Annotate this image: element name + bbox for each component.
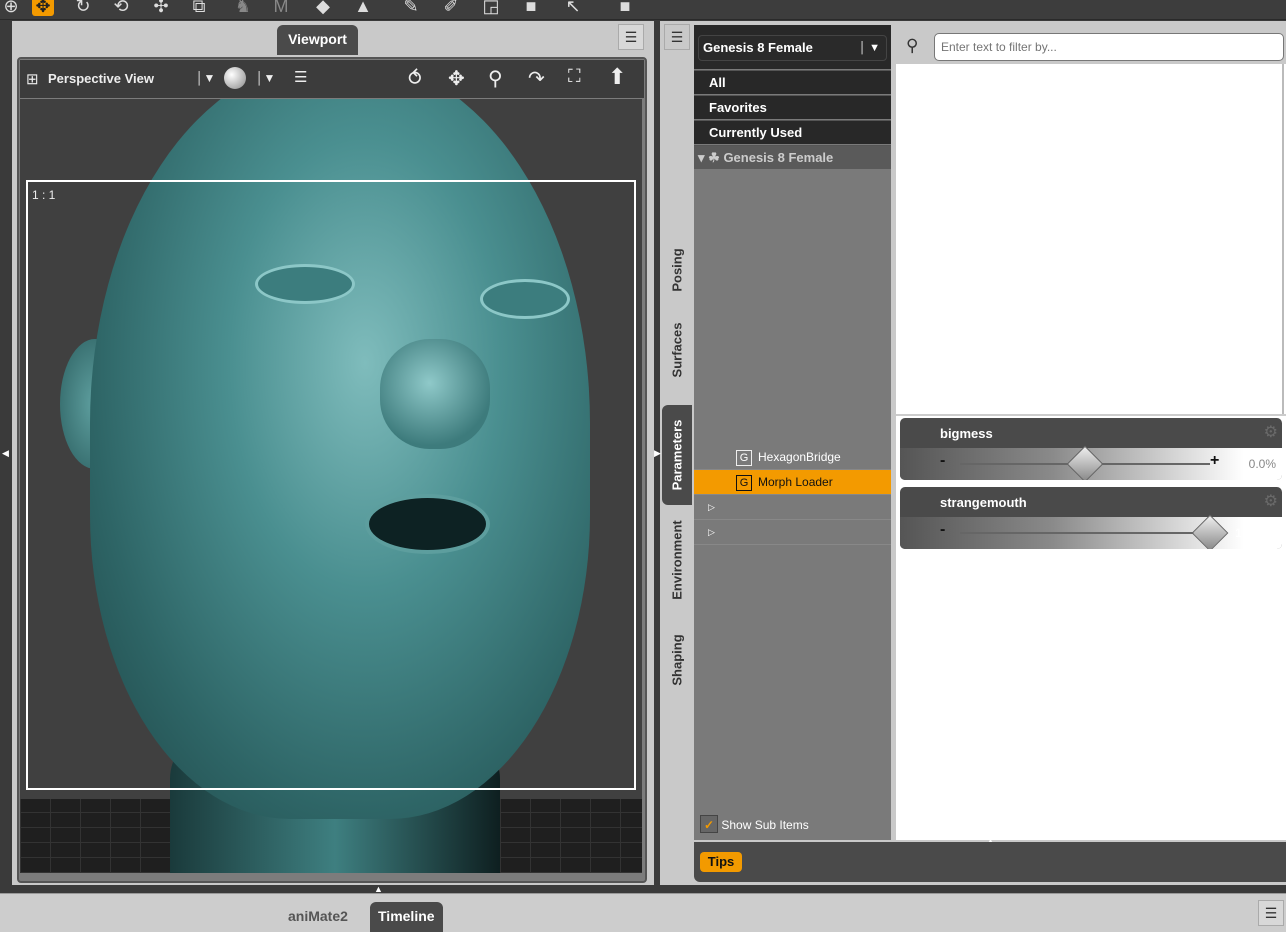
zoom-icon[interactable]: ⚲ bbox=[488, 66, 503, 91]
slider-bigmess[interactable]: bigmess ⚙ - + 0.0% bbox=[900, 418, 1282, 480]
collapse-right-icon[interactable]: ▶ bbox=[654, 448, 661, 459]
active-pose-icon[interactable]: ♞ bbox=[232, 0, 254, 16]
rotate-icon[interactable]: ↻ bbox=[72, 0, 94, 16]
gear-icon[interactable]: ⚙ bbox=[1264, 422, 1278, 442]
tab-timeline[interactable]: Timeline bbox=[370, 902, 443, 932]
pane-menu-icon[interactable]: ☰ bbox=[1258, 900, 1284, 926]
gear-icon[interactable]: ⚙ bbox=[1264, 491, 1278, 511]
tab-viewport[interactable]: Viewport bbox=[277, 25, 358, 55]
collapse-left-icon[interactable]: ◀ bbox=[2, 448, 9, 459]
side-tabs: Posing Surfaces Parameters Environment S… bbox=[662, 25, 694, 840]
joint-editor-icon[interactable]: M bbox=[270, 0, 292, 16]
pan-icon[interactable]: ✥ bbox=[448, 66, 465, 91]
group-icon: G bbox=[736, 475, 752, 491]
group-icon: G bbox=[736, 450, 752, 466]
slider-track[interactable]: - 100.0% bbox=[900, 514, 1282, 549]
category-list: Genesis 8 Female │ ▼ All Favorites Curren… bbox=[694, 25, 891, 840]
pointer-icon[interactable]: ↖ bbox=[562, 0, 584, 16]
frame-icon[interactable]: ⛶ bbox=[568, 66, 581, 87]
slider-label: bigmess bbox=[940, 426, 993, 441]
tree-item[interactable]: G HexagonBridge bbox=[694, 445, 891, 470]
category-favorites[interactable]: Favorites bbox=[694, 95, 891, 119]
chevron-down-icon: │ ▼ bbox=[859, 42, 880, 54]
spot-render-icon[interactable]: ✎ bbox=[400, 0, 422, 16]
orbit-icon[interactable]: ⥀ bbox=[408, 66, 422, 91]
tab-environment[interactable]: Environment bbox=[662, 510, 692, 610]
tree-root[interactable]: ▾ ☘ Genesis 8 Female bbox=[694, 145, 891, 169]
tree-item[interactable]: ▷ bbox=[694, 495, 891, 520]
search-icon[interactable]: ⚲ bbox=[906, 36, 918, 56]
twist-icon[interactable]: ⟲ bbox=[110, 0, 132, 16]
tips-button[interactable]: Tips bbox=[700, 852, 742, 872]
tips-bar: Tips bbox=[694, 842, 1286, 882]
checkmark-icon: ✓ bbox=[700, 815, 718, 833]
filter-input[interactable] bbox=[934, 33, 1284, 61]
layout-icon[interactable]: ⊞ bbox=[26, 70, 39, 88]
node-selection-icon[interactable]: ✥ bbox=[32, 0, 54, 16]
render-icon[interactable]: ■ bbox=[614, 0, 636, 16]
brush-icon[interactable]: ✐ bbox=[440, 0, 462, 16]
surface-selection-icon[interactable]: ▲ bbox=[352, 0, 374, 16]
slider-label: strangemouth bbox=[940, 495, 1027, 510]
view-selector[interactable]: Perspective View bbox=[48, 71, 154, 86]
show-sub-items-checkbox[interactable]: ✓ Show Sub Items bbox=[700, 815, 809, 833]
figure-icon: ☘ bbox=[708, 150, 720, 165]
tab-posing[interactable]: Posing bbox=[662, 235, 692, 305]
slider-handle[interactable] bbox=[1066, 445, 1104, 480]
slider-track[interactable]: - + 0.0% bbox=[900, 445, 1282, 480]
slider-value[interactable]: 0.0% bbox=[1249, 457, 1276, 471]
decrement-button[interactable]: - bbox=[940, 452, 945, 470]
bottom-pane: aniMate2 Timeline ☰ bbox=[0, 893, 1286, 932]
view-dropdown-icon[interactable]: │▼ bbox=[196, 71, 215, 85]
draw-style-icon[interactable] bbox=[224, 67, 246, 89]
tab-surfaces[interactable]: Surfaces bbox=[662, 315, 692, 385]
viewport-menu-icon[interactable]: ☰ bbox=[294, 68, 307, 86]
property-group-view bbox=[896, 64, 1284, 414]
slider-handle[interactable] bbox=[1191, 514, 1229, 549]
render-frame-guide bbox=[26, 180, 636, 790]
tab-shaping[interactable]: Shaping bbox=[662, 625, 692, 695]
category-all[interactable]: All bbox=[694, 70, 891, 94]
translate-icon[interactable]: ✣ bbox=[150, 0, 172, 16]
roll-icon[interactable]: ↷ bbox=[528, 66, 545, 91]
scale-icon[interactable]: ⧉ bbox=[188, 0, 210, 16]
camera-icon[interactable]: ■ bbox=[520, 0, 542, 16]
tree-item-selected[interactable]: G Morph Loader bbox=[694, 470, 891, 495]
slider-strangemouth[interactable]: strangemouth ⚙ - 100.0% bbox=[900, 487, 1282, 549]
viewport-toolbar: ⊞ Perspective View │▼ │▼ ☰ ⥀ ✥ ⚲ ↷ ⛶ ⬆ bbox=[20, 60, 644, 98]
region-icon[interactable]: ◲ bbox=[480, 0, 502, 16]
geometry-editor-icon[interactable]: ◆ bbox=[312, 0, 334, 16]
expand-icon[interactable]: ▾ bbox=[698, 150, 705, 165]
increment-button[interactable]: + bbox=[1210, 452, 1219, 470]
tree-item[interactable]: ▷ bbox=[694, 520, 891, 545]
pane-menu-icon[interactable]: ☰ bbox=[618, 24, 644, 50]
figure-select[interactable]: Genesis 8 Female │ ▼ bbox=[698, 35, 887, 61]
category-currently-used[interactable]: Currently Used bbox=[694, 120, 891, 144]
slider-value[interactable]: 100.0% bbox=[1235, 526, 1276, 540]
home-view-icon[interactable]: ⬆ bbox=[608, 64, 626, 90]
universal-tool-icon[interactable]: ⊕ bbox=[0, 0, 22, 16]
draw-style-dropdown-icon[interactable]: │▼ bbox=[256, 71, 275, 85]
decrement-button[interactable]: - bbox=[940, 521, 945, 539]
aspect-ratio-label: 1 : 1 bbox=[32, 188, 56, 202]
main-toolbar: ⊕ ✥ ↻ ⟲ ✣ ⧉ ♞ M ◆ ▲ ✎ ✐ ◲ ■ ↖ ■ bbox=[0, 0, 1286, 20]
tab-animate2[interactable]: aniMate2 bbox=[280, 902, 356, 932]
divider bbox=[896, 414, 1286, 416]
filter-row: ⚲ bbox=[896, 30, 1286, 64]
tab-parameters[interactable]: Parameters bbox=[662, 405, 692, 505]
